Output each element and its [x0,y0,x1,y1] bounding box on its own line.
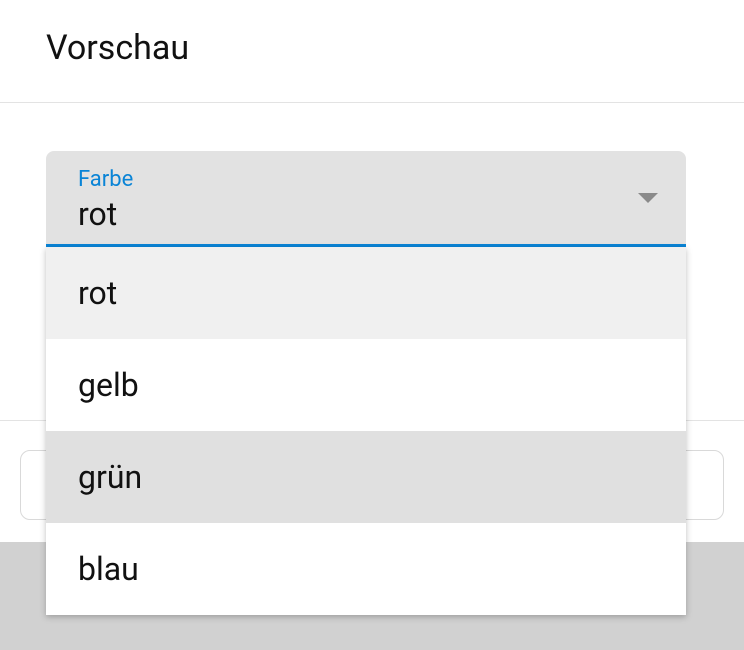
header: Vorschau [0,0,744,102]
color-select: Farbe rot rotgelbgrünblau [46,151,686,247]
color-option[interactable]: rot [46,247,686,339]
color-option[interactable]: blau [46,523,686,615]
page-title: Vorschau [46,28,744,68]
color-select-value: rot [78,195,626,233]
color-select-dropdown: rotgelbgrünblau [46,247,686,615]
color-select-field[interactable]: Farbe rot [46,151,686,247]
chevron-down-icon [638,193,658,203]
content-area: Farbe rot rotgelbgrünblau [0,103,744,247]
color-select-label: Farbe [78,167,626,193]
color-option[interactable]: gelb [46,339,686,431]
color-option[interactable]: grün [46,431,686,523]
